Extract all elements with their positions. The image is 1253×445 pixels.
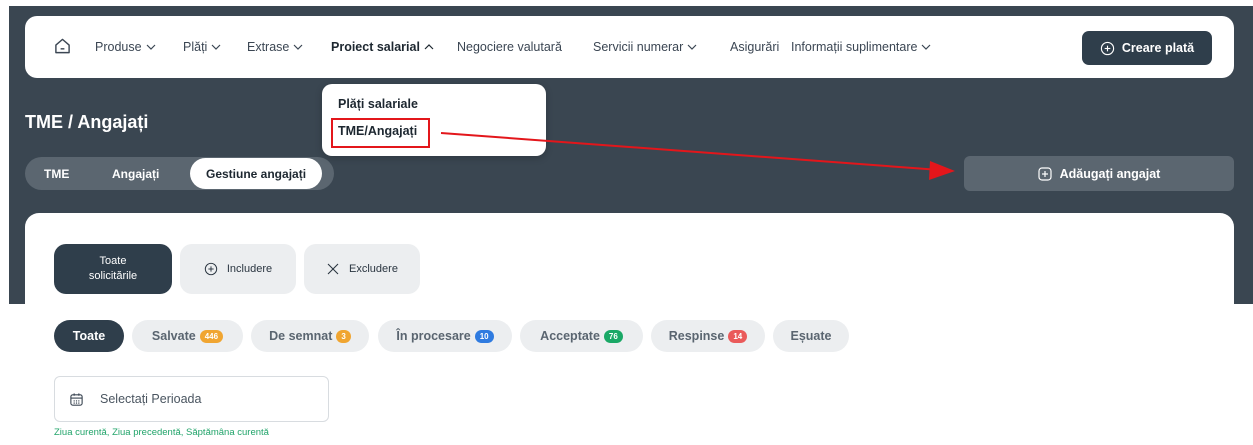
status-filter-respinse[interactable]: Respinse 14 [651, 320, 765, 352]
status-label: Toate [72, 329, 106, 343]
chevron-down-icon [293, 44, 303, 50]
period-placeholder: Selectați Perioada [100, 392, 202, 406]
status-label: În procesare [396, 329, 471, 343]
tab-gestiune-angajati[interactable]: Gestiune angajați [190, 158, 323, 189]
plus-circle-icon [204, 262, 218, 276]
status-label: Respinse [668, 329, 725, 343]
nav-item-informatii-suplimentare[interactable]: Informații suplimentare [791, 16, 931, 78]
nav-item-label: Asigurări [730, 40, 780, 54]
status-label: Acceptate [540, 329, 600, 343]
exclude-filter[interactable]: Excludere [304, 244, 420, 294]
status-label: De semnat [269, 329, 333, 343]
all-requests-label-line1: Toate [99, 255, 127, 267]
chevron-down-icon [211, 44, 221, 50]
count-badge: 446 [199, 329, 224, 343]
add-employee-button[interactable]: Adăugați angajat [964, 156, 1234, 191]
status-filter-toate[interactable]: Toate [54, 320, 124, 352]
nav-item-label: Servicii numerar [593, 40, 684, 54]
plus-circle-icon [1100, 41, 1115, 55]
nav-item-plati[interactable]: Plăți [183, 16, 221, 78]
chevron-up-icon [424, 44, 434, 50]
chevron-down-icon [687, 44, 697, 50]
nav-item-asigurari[interactable]: Asigurări [730, 16, 779, 78]
home-icon[interactable] [54, 37, 71, 55]
create-payment-button[interactable]: Creare plată [1082, 31, 1212, 65]
chevron-down-icon [146, 44, 155, 50]
status-filter-acceptate[interactable]: Acceptate 76 [520, 320, 643, 352]
all-requests-filter[interactable]: Toate solicitările [54, 244, 172, 294]
nav-item-label: Produse [95, 40, 142, 54]
close-icon [327, 263, 339, 275]
dropdown-item-plati-salariale[interactable]: Plăți salariale [338, 97, 418, 111]
status-filter-salvate[interactable]: Salvate 446 [132, 320, 243, 352]
count-badge: 14 [728, 329, 748, 343]
nav-item-negociere-valutara[interactable]: Negociere valutară [457, 16, 562, 78]
add-employee-label: Adăugați angajat [1059, 166, 1161, 181]
plus-square-icon [1038, 166, 1052, 181]
count-badge: 76 [603, 329, 623, 343]
status-filter-de-semnat[interactable]: De semnat 3 [251, 320, 369, 352]
tab-angajati[interactable]: Angajați [112, 157, 159, 190]
top-navigation: Produse Plăți Extrase Proiect salarial N… [25, 16, 1234, 78]
include-label: Includere [226, 263, 273, 275]
create-payment-label: Creare plată [1121, 41, 1195, 55]
quick-link-today[interactable]: Ziua curentă, [54, 427, 109, 438]
period-select[interactable]: Selectați Perioada [54, 376, 329, 422]
count-badge: 3 [336, 329, 351, 343]
nav-item-produse[interactable]: Produse [95, 16, 156, 78]
tab-bar: TME Angajați Gestiune angajați [25, 157, 334, 190]
quick-link-this-week[interactable]: Săptămâna curentă [186, 427, 269, 438]
chevron-down-icon [922, 44, 931, 50]
nav-item-label: Plăți [183, 40, 208, 54]
status-label: Salvate [151, 329, 196, 343]
nav-item-label: Negociere valutară [457, 40, 562, 54]
calendar-icon [70, 392, 83, 406]
quick-date-links: Ziua curentă, Ziua precedentă, Săptămâna… [54, 427, 269, 438]
nav-item-proiect-salarial[interactable]: Proiect salarial [331, 16, 434, 78]
status-filter-in-procesare[interactable]: În procesare 10 [378, 320, 512, 352]
nav-item-label: Extrase [247, 40, 290, 54]
exclude-label: Excludere [349, 263, 398, 275]
nav-item-extrase[interactable]: Extrase [247, 16, 303, 78]
include-filter[interactable]: Includere [180, 244, 296, 294]
status-filter-esuate[interactable]: Eșuate [773, 320, 849, 352]
nav-item-label: Informații suplimentare [791, 40, 918, 54]
highlight-box [331, 118, 430, 148]
tab-tme[interactable]: TME [44, 157, 69, 190]
quick-link-yesterday[interactable]: Ziua precedentă, [112, 427, 183, 438]
page-title: TME / Angajați [25, 112, 149, 132]
count-badge: 10 [474, 329, 494, 343]
status-label: Eșuate [790, 329, 832, 343]
nav-item-servicii-numerar[interactable]: Servicii numerar [593, 16, 697, 78]
all-requests-label-line2: solicitările [88, 270, 138, 282]
nav-item-label: Proiect salarial [331, 40, 420, 54]
